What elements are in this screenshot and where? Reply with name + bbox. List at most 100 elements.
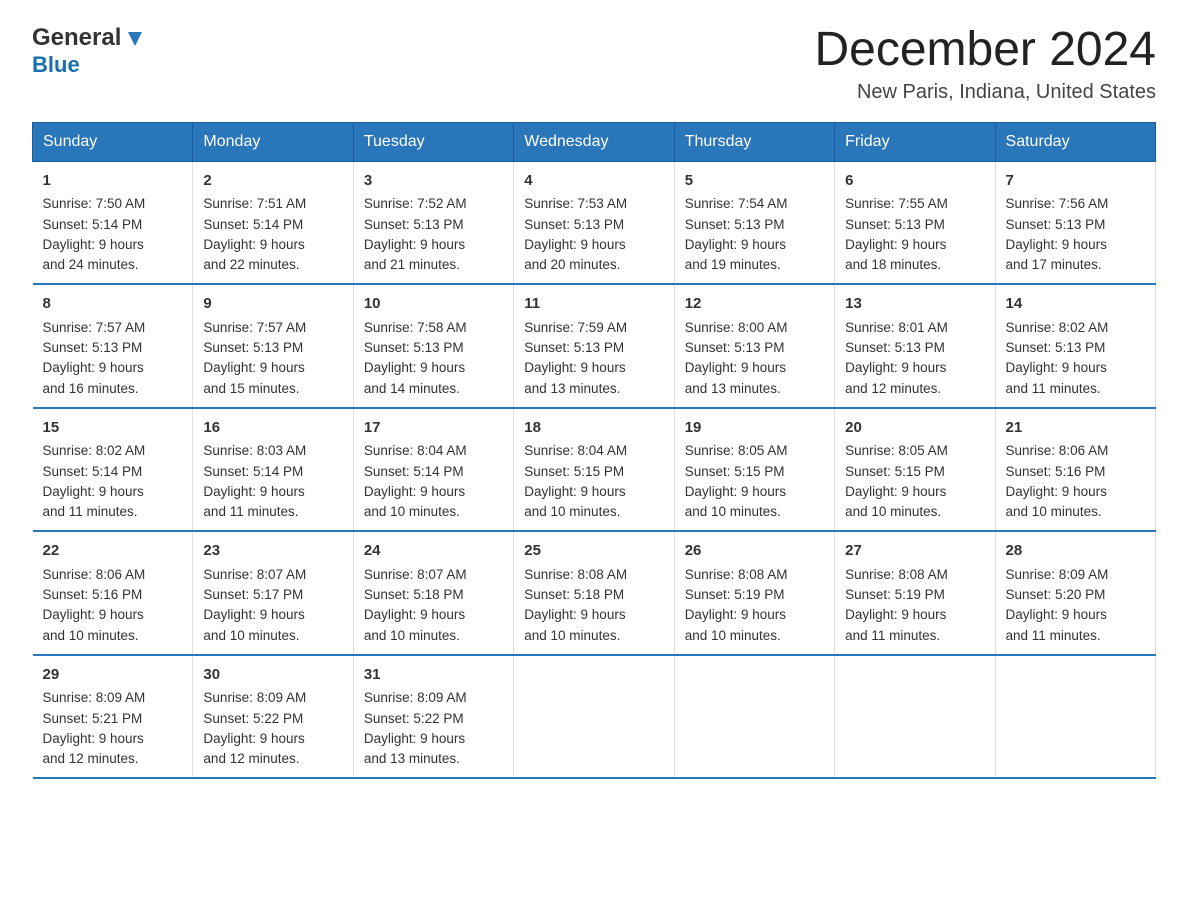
sunrise-text: Sunrise: 7:54 AM [685,196,788,211]
daylight-minutes-text: and 11 minutes. [845,628,940,643]
sunset-text: Sunset: 5:18 PM [524,587,624,602]
daylight-minutes-text: and 13 minutes. [364,751,460,766]
sunset-text: Sunset: 5:18 PM [364,587,464,602]
sunset-text: Sunset: 5:14 PM [43,217,143,232]
title-block: December 2024 New Paris, Indiana, United… [814,24,1156,104]
table-row: 7 Sunrise: 7:56 AM Sunset: 5:13 PM Dayli… [995,161,1155,284]
sunrise-text: Sunrise: 8:08 AM [685,567,788,582]
sunset-text: Sunset: 5:17 PM [203,587,303,602]
daylight-minutes-text: and 10 minutes. [845,504,941,519]
sunrise-text: Sunrise: 8:03 AM [203,443,306,458]
sunrise-text: Sunrise: 8:06 AM [1006,443,1109,458]
header-saturday: Saturday [995,122,1155,161]
table-row: 3 Sunrise: 7:52 AM Sunset: 5:13 PM Dayli… [353,161,513,284]
daylight-minutes-text: and 14 minutes. [364,381,460,396]
daylight-text: Daylight: 9 hours [845,360,946,375]
daylight-minutes-text: and 17 minutes. [1006,257,1102,272]
table-row [995,655,1155,779]
day-number: 1 [43,170,183,193]
day-number: 4 [524,170,663,193]
daylight-minutes-text: and 10 minutes. [364,628,460,643]
daylight-text: Daylight: 9 hours [1006,360,1107,375]
table-row: 5 Sunrise: 7:54 AM Sunset: 5:13 PM Dayli… [674,161,834,284]
day-number: 30 [203,664,342,687]
day-number: 8 [43,293,183,316]
day-number: 12 [685,293,824,316]
daylight-minutes-text: and 12 minutes. [203,751,299,766]
logo-blue-text: Blue [32,52,80,77]
sunset-text: Sunset: 5:16 PM [1006,464,1106,479]
daylight-minutes-text: and 11 minutes. [203,504,298,519]
sunrise-text: Sunrise: 7:51 AM [203,196,306,211]
sunrise-text: Sunrise: 7:50 AM [43,196,146,211]
sunset-text: Sunset: 5:14 PM [203,217,303,232]
day-number: 20 [845,417,984,440]
day-number: 17 [364,417,503,440]
daylight-text: Daylight: 9 hours [203,237,304,252]
table-row: 4 Sunrise: 7:53 AM Sunset: 5:13 PM Dayli… [514,161,674,284]
daylight-minutes-text: and 11 minutes. [1006,628,1101,643]
sunset-text: Sunset: 5:13 PM [524,217,624,232]
sunset-text: Sunset: 5:15 PM [685,464,785,479]
daylight-minutes-text: and 10 minutes. [685,628,781,643]
sunset-text: Sunset: 5:15 PM [845,464,945,479]
sunset-text: Sunset: 5:14 PM [43,464,143,479]
header-thursday: Thursday [674,122,834,161]
sunrise-text: Sunrise: 8:07 AM [364,567,467,582]
sunrise-text: Sunrise: 8:04 AM [524,443,627,458]
logo: General Blue [32,24,146,78]
day-number: 26 [685,540,824,563]
sunrise-text: Sunrise: 8:01 AM [845,320,948,335]
sunrise-text: Sunrise: 8:09 AM [1006,567,1109,582]
sunrise-text: Sunrise: 8:09 AM [43,690,146,705]
daylight-minutes-text: and 12 minutes. [845,381,941,396]
daylight-minutes-text: and 13 minutes. [524,381,620,396]
logo-arrow-icon [124,28,146,50]
sunset-text: Sunset: 5:19 PM [685,587,785,602]
daylight-text: Daylight: 9 hours [524,607,625,622]
daylight-minutes-text: and 18 minutes. [845,257,941,272]
daylight-minutes-text: and 13 minutes. [685,381,781,396]
day-number: 29 [43,664,183,687]
daylight-text: Daylight: 9 hours [685,607,786,622]
sunset-text: Sunset: 5:13 PM [685,217,785,232]
day-number: 31 [364,664,503,687]
table-row: 8 Sunrise: 7:57 AM Sunset: 5:13 PM Dayli… [33,284,193,408]
daylight-text: Daylight: 9 hours [1006,237,1107,252]
location-text: New Paris, Indiana, United States [814,81,1156,104]
calendar-page: General Blue December 2024 New Paris, In… [0,0,1188,811]
daylight-minutes-text: and 20 minutes. [524,257,620,272]
sunrise-text: Sunrise: 8:07 AM [203,567,306,582]
daylight-text: Daylight: 9 hours [685,237,786,252]
sunrise-text: Sunrise: 7:57 AM [203,320,306,335]
day-number: 19 [685,417,824,440]
day-number: 28 [1006,540,1145,563]
daylight-text: Daylight: 9 hours [364,731,465,746]
daylight-minutes-text: and 11 minutes. [43,504,138,519]
calendar-body: 1 Sunrise: 7:50 AM Sunset: 5:14 PM Dayli… [33,161,1156,778]
day-number: 9 [203,293,342,316]
sunset-text: Sunset: 5:20 PM [1006,587,1106,602]
daylight-text: Daylight: 9 hours [1006,607,1107,622]
sunset-text: Sunset: 5:13 PM [685,340,785,355]
table-row: 9 Sunrise: 7:57 AM Sunset: 5:13 PM Dayli… [193,284,353,408]
daylight-minutes-text: and 10 minutes. [364,504,460,519]
daylight-text: Daylight: 9 hours [364,607,465,622]
table-row: 18 Sunrise: 8:04 AM Sunset: 5:15 PM Dayl… [514,408,674,532]
daylight-text: Daylight: 9 hours [43,237,144,252]
sunset-text: Sunset: 5:13 PM [43,340,143,355]
daylight-text: Daylight: 9 hours [845,484,946,499]
daylight-minutes-text: and 12 minutes. [43,751,139,766]
sunrise-text: Sunrise: 8:02 AM [1006,320,1109,335]
table-row: 11 Sunrise: 7:59 AM Sunset: 5:13 PM Dayl… [514,284,674,408]
sunrise-text: Sunrise: 8:09 AM [203,690,306,705]
daylight-text: Daylight: 9 hours [364,484,465,499]
sunset-text: Sunset: 5:22 PM [203,711,303,726]
daylight-minutes-text: and 10 minutes. [524,504,620,519]
sunrise-text: Sunrise: 8:08 AM [845,567,948,582]
daylight-minutes-text: and 11 minutes. [1006,381,1101,396]
table-row: 30 Sunrise: 8:09 AM Sunset: 5:22 PM Dayl… [193,655,353,779]
table-row: 20 Sunrise: 8:05 AM Sunset: 5:15 PM Dayl… [835,408,995,532]
day-number: 22 [43,540,183,563]
sunrise-text: Sunrise: 8:00 AM [685,320,788,335]
